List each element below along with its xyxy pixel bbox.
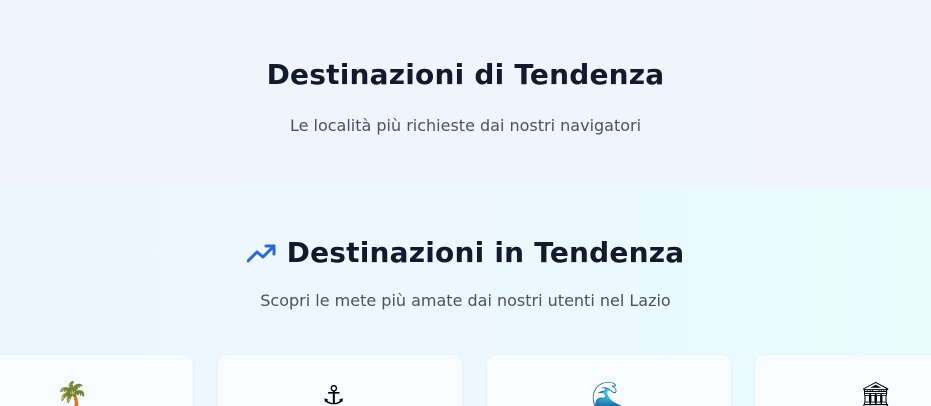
palm-tree-icon: 🌴 [56, 381, 89, 406]
trending-title: Destinazioni in Tendenza [286, 236, 685, 269]
trending-subtitle: Scopri le mete più amate dai nostri uten… [260, 291, 671, 310]
trending-heading: Destinazioni in Tendenza [0, 236, 931, 269]
destination-card-1[interactable]: 🌴 [0, 355, 193, 406]
hero-title: Destinazioni di Tendenza [266, 58, 665, 91]
destination-card-4[interactable]: 🏛 [755, 355, 931, 406]
wave-icon: 🌊 [591, 381, 624, 406]
hero-subtitle: Le località più richieste dai nostri nav… [289, 116, 642, 135]
classical-building-icon: 🏛 [859, 381, 893, 406]
hero-section: Destinazioni di Tendenza Le località più… [0, 0, 931, 188]
trending-up-icon [246, 244, 276, 262]
destination-card-2[interactable]: ⚓ [218, 355, 462, 406]
destination-card-3[interactable]: 🌊 [487, 355, 731, 406]
anchor-icon: ⚓ [322, 381, 346, 406]
